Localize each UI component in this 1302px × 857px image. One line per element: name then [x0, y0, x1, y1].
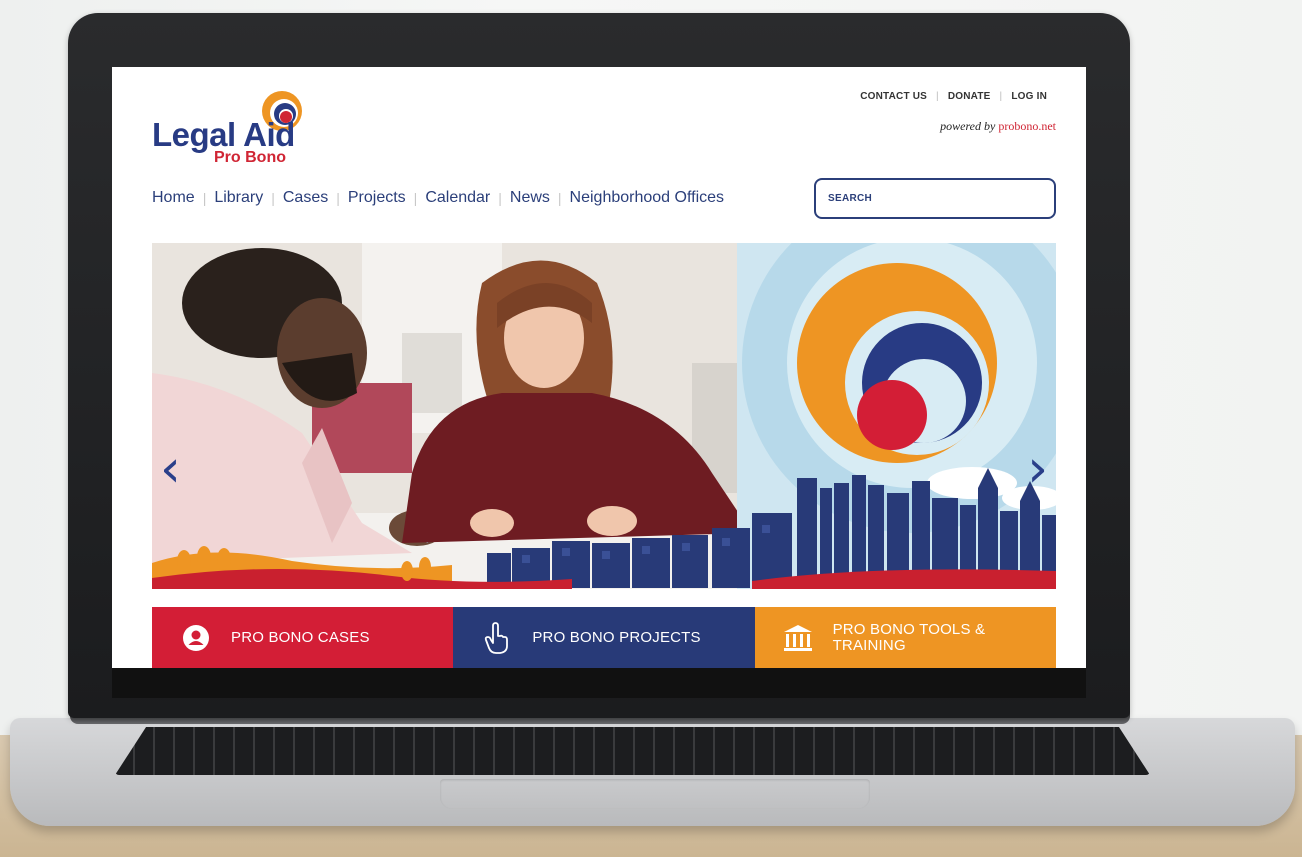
pointer-hand-icon [478, 619, 516, 657]
powered-by-prefix: powered by [940, 119, 996, 133]
cta-label: PRO BONO CASES [231, 628, 370, 646]
nav-item-news[interactable]: News [502, 189, 558, 207]
hero-carousel: ‹ › [152, 243, 1056, 593]
laptop-keyboard [115, 727, 1150, 775]
courthouse-icon [780, 619, 817, 657]
nav-item-cases[interactable]: Cases [275, 189, 336, 207]
cta-pro-bono-tools-training[interactable]: PRO BONO TOOLS & TRAINING [754, 607, 1056, 668]
search-input[interactable]: SEARCH [814, 178, 1056, 219]
laptop-trackpad [440, 779, 870, 809]
carousel-prev-chevron-left-icon[interactable]: ‹ [160, 443, 181, 495]
cta-pro-bono-projects[interactable]: PRO BONO PROJECTS [453, 607, 755, 668]
utility-links: CONTACT US | DONATE | LOG IN [851, 91, 1056, 102]
nav-item-library[interactable]: Library [206, 189, 271, 207]
cta-strip: PRO BONO CASES PRO BONO PROJECTS PRO BON… [152, 607, 1056, 668]
nav-item-projects[interactable]: Projects [340, 189, 414, 207]
carousel-next-chevron-right-icon[interactable]: › [1027, 443, 1048, 495]
login-link[interactable]: LOG IN [1002, 91, 1056, 102]
cta-label: PRO BONO PROJECTS [532, 628, 701, 646]
nav-item-neighborhood-offices[interactable]: Neighborhood Offices [562, 189, 732, 207]
logo-subtitle: Pro Bono [214, 149, 286, 166]
powered-by: powered by probono.net [940, 119, 1056, 134]
powered-by-brand-link[interactable]: probono.net [998, 119, 1056, 133]
cta-label: PRO BONO TOOLS & TRAINING [832, 620, 986, 654]
main-nav: Home | Library | Cases | Projects | Cale… [152, 189, 732, 207]
contact-us-link[interactable]: CONTACT US [851, 91, 936, 102]
cta-pro-bono-cases[interactable]: PRO BONO CASES [152, 607, 454, 668]
donate-link[interactable]: DONATE [939, 91, 1000, 102]
hero-image [152, 243, 1056, 593]
website-screen: Legal Aid Pro Bono CONTACT US | DONATE |… [112, 67, 1086, 668]
nav-item-home[interactable]: Home [152, 189, 203, 207]
laptop-screen-chin [112, 668, 1086, 698]
nav-item-calendar[interactable]: Calendar [417, 189, 498, 207]
person-icon [177, 619, 215, 657]
site-logo[interactable]: Legal Aid Pro Bono [152, 89, 322, 169]
